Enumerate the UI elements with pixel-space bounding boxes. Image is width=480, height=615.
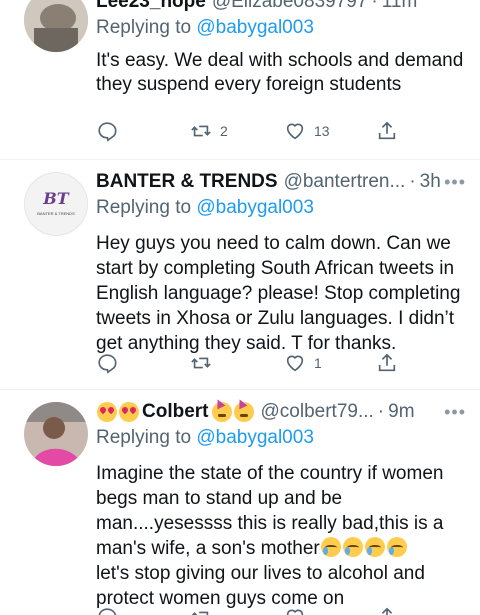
reply-button[interactable] <box>96 606 118 615</box>
like-button[interactable] <box>284 606 306 615</box>
timestamp[interactable]: 11m <box>382 0 418 13</box>
handle[interactable]: @bantertren... <box>284 171 406 193</box>
retweet-button[interactable]: 2 <box>190 120 228 142</box>
tweet-text: Hey guys you need to calm down. Can we s… <box>96 233 461 354</box>
more-options-icon[interactable]: ••• <box>444 402 466 423</box>
display-name[interactable]: Colbert <box>142 401 209 423</box>
like-count: 13 <box>314 123 330 139</box>
tweet[interactable]: BT BANTER & TRENDS BANTER & TRENDS @bant… <box>0 160 480 390</box>
tweet-text-part: let's stop giving our lives to alcohol a… <box>96 563 425 609</box>
share-button[interactable] <box>376 606 398 615</box>
reply-mention[interactable]: @babygal003 <box>196 17 314 38</box>
crying-face-emoji-icon <box>386 537 407 557</box>
handle[interactable]: @Elizabe0839797 <box>212 0 368 13</box>
avatar-logo-text: BT <box>43 189 69 208</box>
share-button[interactable] <box>376 352 398 374</box>
heart-icon <box>286 609 304 615</box>
tweet-header: BANTER & TRENDS @bantertren... · 3h ••• <box>96 168 466 196</box>
tweet-actions: 1 <box>96 352 396 380</box>
heart-eyes-emoji-icon <box>97 402 117 422</box>
avatar[interactable] <box>24 0 88 52</box>
reply-prefix: Replying to <box>96 427 192 448</box>
avatar-logo-subtext: BANTER & TRENDS <box>37 211 75 216</box>
display-name[interactable]: Lee23_hope <box>96 0 206 13</box>
reply-mention[interactable]: @babygal003 <box>196 197 314 218</box>
reply-icon <box>98 122 117 142</box>
retweet-icon <box>191 125 211 137</box>
reply-icon <box>98 354 117 374</box>
reply-icon <box>98 608 117 615</box>
share-icon <box>381 607 393 615</box>
reply-prefix: Replying to <box>96 197 192 218</box>
retweet-icon <box>191 611 209 615</box>
crying-face-emoji-icon <box>364 537 385 557</box>
tweet-actions <box>96 606 396 615</box>
tweet-header: Colbert @colbert79... · 9m ••• <box>96 398 466 426</box>
tweet[interactable]: Colbert @colbert79... · 9m ••• Replying … <box>0 390 480 615</box>
avatar[interactable] <box>24 402 88 466</box>
timestamp[interactable]: 3h <box>420 171 441 193</box>
tweet-header: Lee23_hope @Elizabe0839797 · 11m <box>96 0 466 16</box>
share-button[interactable] <box>376 120 398 142</box>
avatar-photo <box>24 0 88 52</box>
like-count: 1 <box>314 355 322 371</box>
heart-eyes-emoji-icon <box>119 402 139 422</box>
retweet-icon <box>191 357 211 369</box>
party-face-emoji-icon <box>211 402 232 422</box>
share-icon <box>378 121 396 140</box>
timestamp[interactable]: 9m <box>388 401 414 423</box>
reply-context: Replying to @babygal003 <box>96 197 466 225</box>
display-name[interactable]: BANTER & TRENDS <box>96 171 278 193</box>
reply-context: Replying to @babygal003 <box>96 17 466 45</box>
tweet-actions: 2 13 <box>96 120 396 148</box>
separator-dot: · <box>377 401 385 422</box>
reply-context: Replying to @babygal003 <box>96 427 466 455</box>
tweet-text: Imagine the state of the country if wome… <box>96 461 466 611</box>
separator-dot: · <box>371 0 378 12</box>
avatar[interactable]: BT BANTER & TRENDS <box>24 172 88 236</box>
like-button[interactable]: 13 <box>284 120 330 142</box>
tweet[interactable]: Lee23_hope @Elizabe0839797 · 11m Replyin… <box>0 0 480 160</box>
heart-icon <box>286 355 304 372</box>
share-icon <box>378 353 396 372</box>
retweet-count: 2 <box>220 123 228 139</box>
heart-icon <box>286 123 304 140</box>
avatar-photo <box>24 402 88 466</box>
party-face-emoji-icon <box>233 402 254 422</box>
retweet-button[interactable] <box>190 606 212 615</box>
reply-button[interactable] <box>96 120 118 142</box>
like-button[interactable]: 1 <box>284 352 322 374</box>
crying-face-emoji-icon <box>342 537 363 557</box>
reply-mention[interactable]: @babygal003 <box>196 427 314 448</box>
retweet-button[interactable] <box>190 352 220 374</box>
reply-button[interactable] <box>96 352 118 374</box>
more-options-icon[interactable]: ••• <box>444 172 466 193</box>
reply-prefix: Replying to <box>96 17 192 38</box>
separator-dot: · <box>409 171 416 192</box>
tweet-text: It's easy. We deal with schools and dema… <box>96 50 464 95</box>
crying-face-emoji-icon <box>320 537 341 557</box>
handle[interactable]: @colbert79... <box>261 401 374 423</box>
